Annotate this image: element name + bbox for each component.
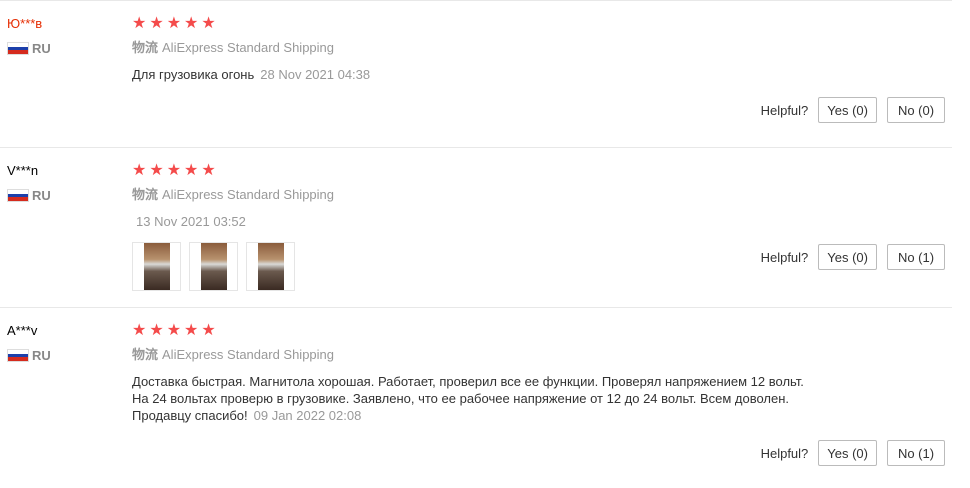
star-icon: ★ <box>149 322 164 339</box>
vote-no-button[interactable]: No (0) <box>887 97 945 123</box>
review-body: ★ ★ ★ ★ ★ 物流 AliExpress Standard Shipping… <box>132 321 952 424</box>
shipping-method: AliExpress Standard Shipping <box>162 187 335 202</box>
shipping-info: 物流 AliExpress Standard Shipping <box>132 187 952 203</box>
helpful-label: Helpful? <box>760 249 809 265</box>
star-icon: ★ <box>132 322 147 339</box>
review-date: 28 Nov 2021 04:38 <box>260 67 371 82</box>
shipping-method: AliExpress Standard Shipping <box>162 40 335 55</box>
star-icon: ★ <box>184 162 199 179</box>
star-icon: ★ <box>166 162 182 179</box>
review-line: Доставка быстрая. Магнитола хорошая. Раб… <box>132 374 804 389</box>
review-text: 13 Nov 2021 03:52 <box>132 213 952 230</box>
review-date: 13 Nov 2021 03:52 <box>136 214 246 229</box>
reviewer-info: Ю***в RU <box>7 15 51 56</box>
star-icon: ★ <box>166 15 182 32</box>
reviewer-info: V***n RU <box>7 162 51 203</box>
helpful-vote: Helpful? Yes (0) No (1) <box>761 440 945 466</box>
review-item: Ю***в RU ★ ★ ★ ★ ★ 物流 AliExpress Standard… <box>0 0 952 148</box>
star-rating: ★ ★ ★ ★ ★ <box>132 161 952 181</box>
reviewer-country: RU <box>7 188 51 203</box>
reviewer-name: V***n <box>7 163 39 178</box>
reviewer-name: A***v <box>7 323 38 338</box>
vote-yes-button[interactable]: Yes (0) <box>818 440 877 466</box>
helpful-vote: Helpful? Yes (0) No (1) <box>761 244 945 270</box>
review-content: Для грузовика огонь <box>132 67 255 82</box>
review-text: Для грузовика огонь 28 Nov 2021 04:38 <box>132 66 952 83</box>
russia-flag-icon <box>7 42 29 55</box>
review-body: ★ ★ ★ ★ ★ 物流 AliExpress Standard Shipping… <box>132 161 952 291</box>
star-icon: ★ <box>149 162 164 179</box>
star-rating: ★ ★ ★ ★ ★ <box>132 321 952 341</box>
review-body: ★ ★ ★ ★ ★ 物流 AliExpress Standard Shipping… <box>132 14 952 83</box>
vote-yes-button[interactable]: Yes (0) <box>818 97 877 123</box>
shipping-label: 物流 <box>132 40 159 55</box>
star-icon: ★ <box>132 162 147 179</box>
shipping-label: 物流 <box>132 347 159 362</box>
shipping-info: 物流 AliExpress Standard Shipping <box>132 347 952 363</box>
review-text: Доставка быстрая. Магнитола хорошая. Раб… <box>132 373 952 424</box>
star-icon: ★ <box>201 322 216 339</box>
vote-yes-button[interactable]: Yes (0) <box>818 244 877 270</box>
country-code: RU <box>32 348 51 363</box>
vote-no-button[interactable]: No (1) <box>887 440 945 466</box>
review-photo-thumbnail[interactable] <box>189 242 238 291</box>
helpful-label: Helpful? <box>760 445 809 461</box>
country-code: RU <box>32 41 51 56</box>
reviewer-country: RU <box>7 348 51 363</box>
reviewer-info: A***v RU <box>7 322 51 363</box>
country-code: RU <box>32 188 51 203</box>
star-icon: ★ <box>184 15 199 32</box>
star-icon: ★ <box>166 322 182 339</box>
review-item: A***v RU ★ ★ ★ ★ ★ 物流 AliExpress Standard… <box>0 307 952 488</box>
reviewer-country: RU <box>7 41 51 56</box>
helpful-vote: Helpful? Yes (0) No (0) <box>761 97 945 123</box>
review-date: 09 Jan 2022 02:08 <box>253 408 362 423</box>
vote-no-button[interactable]: No (1) <box>887 244 945 270</box>
reviewer-name: Ю***в <box>7 16 43 31</box>
review-photo-thumbnail[interactable] <box>132 242 181 291</box>
russia-flag-icon <box>7 189 29 202</box>
shipping-label: 物流 <box>132 187 159 202</box>
review-line: На 24 вольтах проверю в грузовике. Заявл… <box>132 391 790 406</box>
helpful-label: Helpful? <box>760 102 809 118</box>
star-icon: ★ <box>184 322 199 339</box>
star-icon: ★ <box>132 15 147 32</box>
star-rating: ★ ★ ★ ★ ★ <box>132 14 952 34</box>
review-item: V***n RU ★ ★ ★ ★ ★ 物流 AliExpress Standard… <box>0 147 952 308</box>
review-line: Продавцу спасибо! <box>132 408 248 423</box>
shipping-method: AliExpress Standard Shipping <box>162 347 335 362</box>
star-icon: ★ <box>201 162 216 179</box>
star-icon: ★ <box>201 15 216 32</box>
shipping-info: 物流 AliExpress Standard Shipping <box>132 40 952 56</box>
russia-flag-icon <box>7 349 29 362</box>
star-icon: ★ <box>149 15 164 32</box>
review-photo-thumbnail[interactable] <box>246 242 295 291</box>
